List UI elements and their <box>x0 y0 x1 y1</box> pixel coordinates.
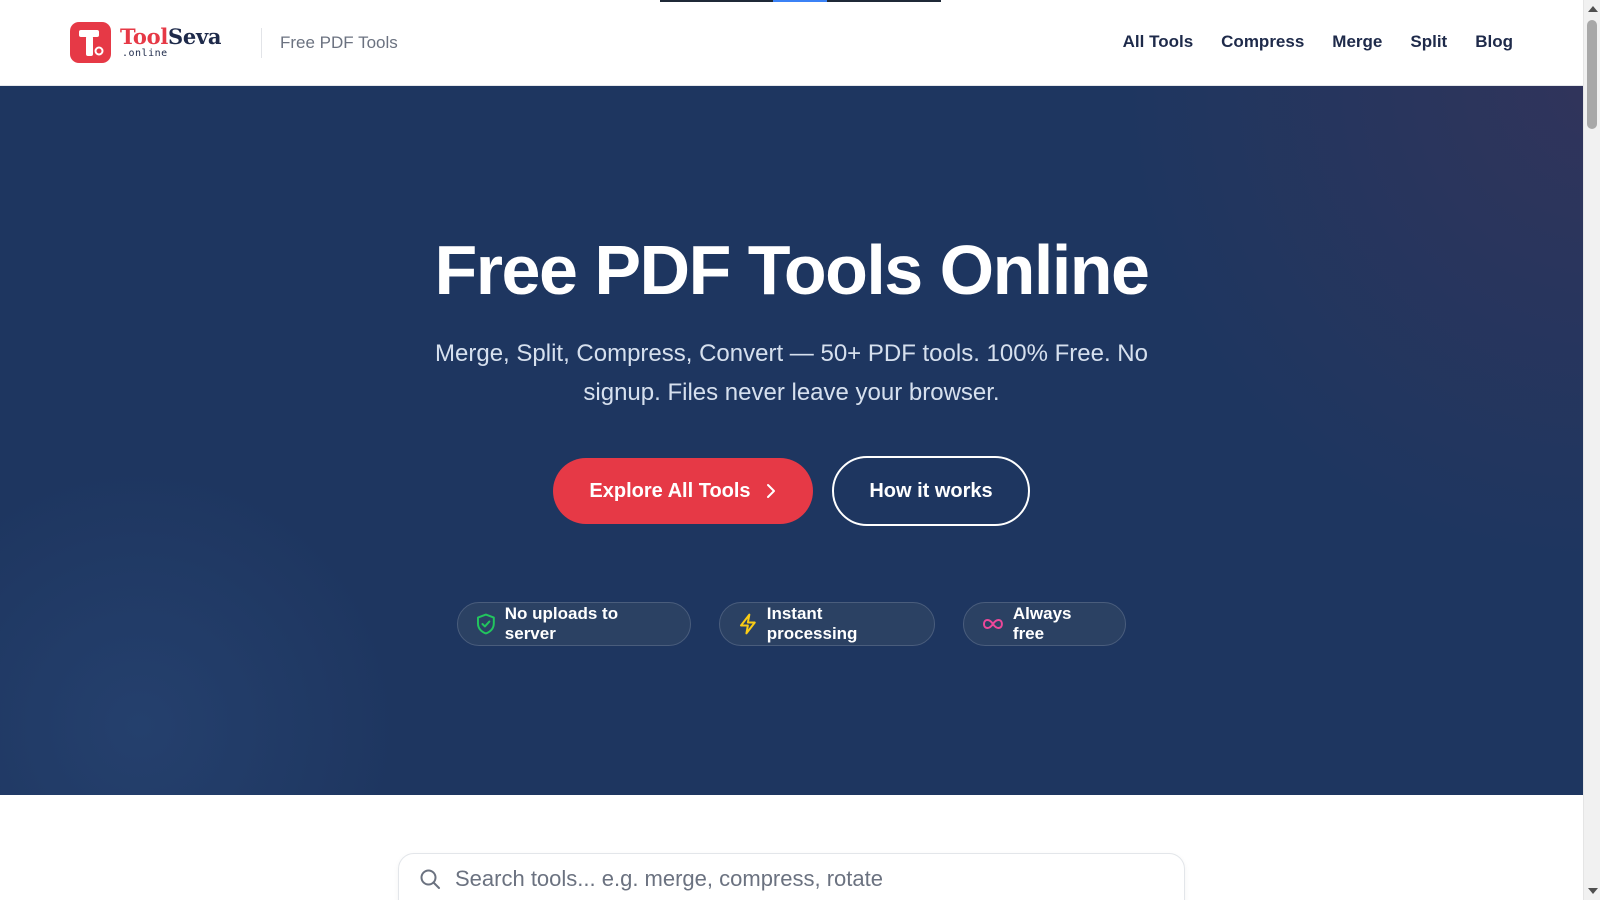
explore-all-tools-button[interactable]: Explore All Tools <box>553 458 813 524</box>
infinity-icon <box>982 619 1003 629</box>
badge-always-free: Always free <box>963 602 1126 646</box>
badge-instant-processing: Instant processing <box>719 602 935 646</box>
brand-name: ToolSeva <box>120 24 222 49</box>
main-nav: All Tools Compress Merge Split Blog <box>1123 32 1513 52</box>
header-tagline: Free PDF Tools <box>280 33 398 52</box>
scrollbar-thumb[interactable] <box>1587 20 1597 129</box>
hero-section: Free PDF Tools Online Merge, Split, Comp… <box>0 86 1583 795</box>
logo-tool-icon <box>70 22 111 63</box>
shield-check-icon <box>476 613 495 635</box>
tool-search-box[interactable] <box>398 853 1185 900</box>
badge-no-uploads: No uploads to server <box>457 602 691 646</box>
brand-suffix: .online <box>122 48 168 59</box>
scroll-down-arrow-icon[interactable] <box>1588 888 1598 894</box>
page-load-progress <box>660 0 941 2</box>
nav-split[interactable]: Split <box>1410 32 1447 52</box>
how-it-works-button[interactable]: How it works <box>832 456 1030 526</box>
page-scrollbar[interactable] <box>1583 0 1600 900</box>
nav-merge[interactable]: Merge <box>1332 32 1382 52</box>
hero-subtitle: Merge, Split, Compress, Convert — 50+ PD… <box>435 340 1148 406</box>
nav-blog[interactable]: Blog <box>1475 32 1513 52</box>
chevron-right-icon <box>766 484 775 498</box>
page: ToolSeva .online Free PDF Tools All Tool… <box>0 0 1583 900</box>
explore-button-label: Explore All Tools <box>589 479 751 502</box>
lightning-icon <box>739 613 756 635</box>
hero-title: Free PDF Tools Online <box>434 231 1150 309</box>
scroll-up-arrow-icon[interactable] <box>1588 6 1598 12</box>
search-icon <box>420 869 440 889</box>
search-input[interactable] <box>455 866 1135 892</box>
how-it-works-label: How it works <box>869 479 993 502</box>
site-logo[interactable]: ToolSeva .online <box>70 22 221 63</box>
nav-compress[interactable]: Compress <box>1221 32 1304 52</box>
nav-all-tools[interactable]: All Tools <box>1123 32 1194 52</box>
header-divider <box>261 28 262 58</box>
site-header: ToolSeva .online Free PDF Tools All Tool… <box>0 0 1583 86</box>
